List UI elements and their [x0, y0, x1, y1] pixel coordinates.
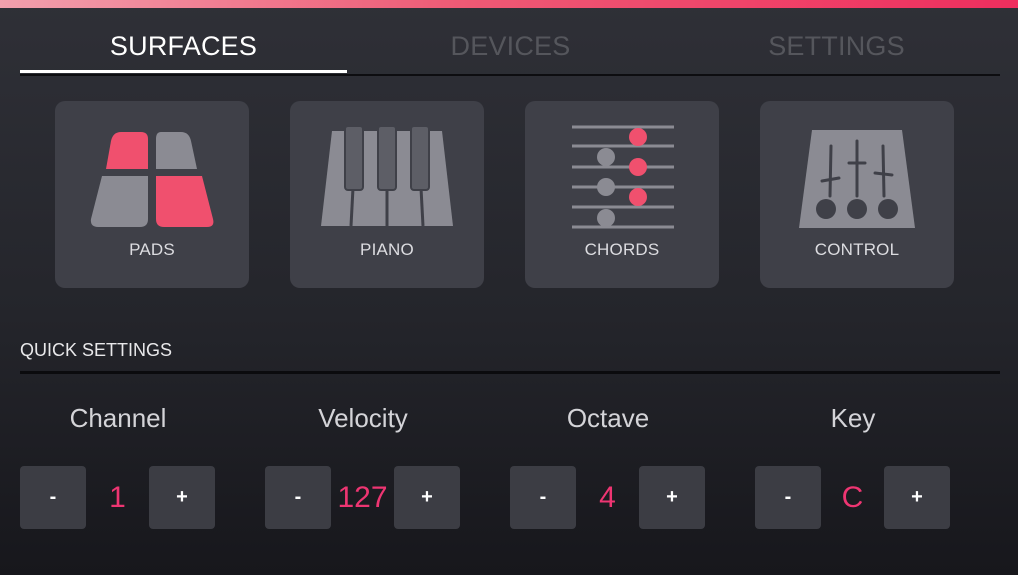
surface-label-piano: PIANO — [360, 240, 414, 259]
velocity-decrement-button[interactable]: - — [265, 466, 331, 529]
quick-settings-title: QUICK SETTINGS — [20, 340, 173, 360]
octave-value: 4 — [599, 481, 616, 514]
channel-increment-button[interactable]: + — [149, 466, 215, 529]
channel-value: 1 — [109, 481, 126, 514]
key-decrement-button[interactable]: - — [755, 466, 821, 529]
surface-tile-chords[interactable]: CHORDS — [525, 101, 719, 288]
key-setting: Key - C + — [755, 398, 951, 538]
channel-decrement-button[interactable]: - — [20, 466, 86, 529]
channel-label: Channel — [69, 403, 167, 433]
active-tab-indicator — [20, 70, 347, 73]
surface-tile-pads[interactable]: PADS — [55, 101, 249, 288]
velocity-value: 127 — [337, 481, 388, 514]
velocity-label: Velocity — [318, 403, 408, 433]
octave-setting: Octave - 4 + — [510, 398, 706, 538]
tab-bar: SURFACES DEVICES SETTINGS — [20, 26, 1000, 76]
top-accent-bar — [0, 0, 1018, 8]
tab-devices[interactable]: DEVICES — [347, 26, 674, 72]
octave-increment-button[interactable]: + — [639, 466, 705, 529]
tab-surfaces[interactable]: SURFACES — [20, 26, 347, 72]
surface-tile-control[interactable]: CONTROL — [760, 101, 954, 288]
surface-label-pads: PADS — [129, 240, 175, 259]
channel-setting: Channel - 1 + — [20, 398, 216, 538]
key-increment-button[interactable]: + — [884, 466, 950, 529]
key-value: C — [841, 481, 864, 514]
key-label: Key — [830, 403, 876, 433]
velocity-increment-button[interactable]: + — [394, 466, 460, 529]
surface-label-control: CONTROL — [814, 240, 900, 259]
surface-tile-piano[interactable]: PIANO — [290, 101, 484, 288]
tab-divider — [20, 74, 1000, 76]
tab-settings[interactable]: SETTINGS — [673, 26, 1000, 72]
octave-label: Octave — [566, 403, 650, 433]
surface-label-chords: CHORDS — [584, 240, 660, 259]
quick-settings-divider — [20, 371, 1000, 374]
velocity-setting: Velocity - 127 + — [265, 398, 461, 538]
octave-decrement-button[interactable]: - — [510, 466, 576, 529]
